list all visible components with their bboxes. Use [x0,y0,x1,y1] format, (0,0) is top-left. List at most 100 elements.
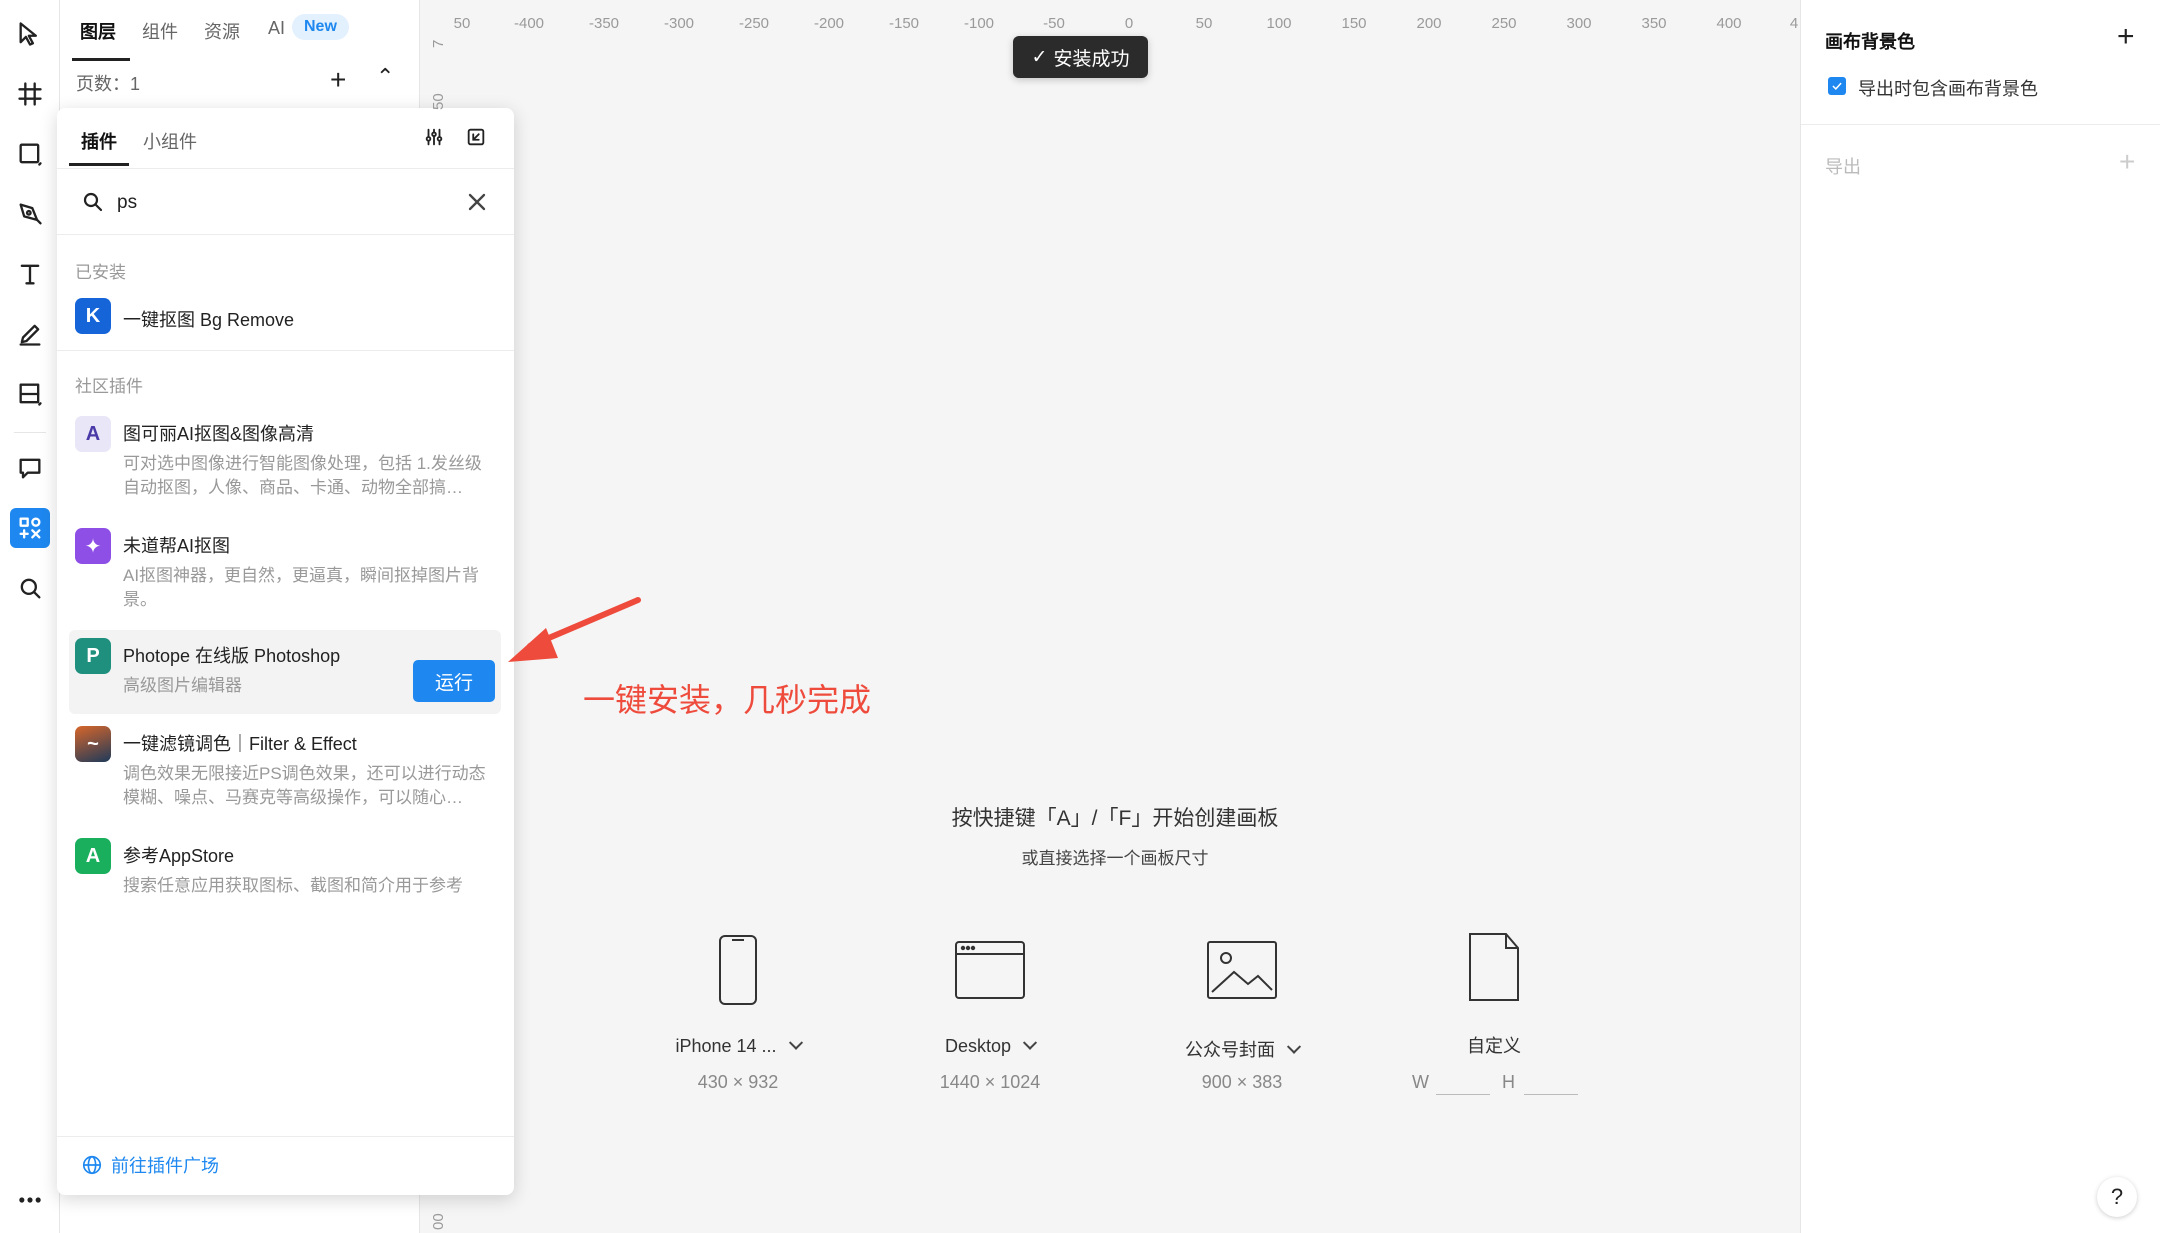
tab-widgets[interactable]: 小组件 [143,128,197,154]
left-ruler: 7 50 00 [420,36,450,1233]
ruler-tick: 7 [430,39,447,48]
more-icon[interactable] [10,1180,50,1220]
preset-desktop[interactable]: Desktop 1440 × 1024 [890,930,1090,1092]
plugin-market-link[interactable]: 前往插件广场 [81,1152,219,1178]
chevron-up-icon[interactable]: ⌃ [376,64,394,90]
preset-name: 公众号封面 [1185,1040,1275,1060]
tab-plugins[interactable]: 插件 [81,128,117,154]
plugin-title: 一键滤镜调色｜Filter & Effect [123,734,357,754]
new-badge: New [292,14,349,40]
preset-size: 900 × 383 [1201,1072,1283,1092]
plugin-title: 未道帮AI抠图 [123,536,231,556]
rectangle-tool-icon[interactable] [10,134,50,174]
installed-section-label: 已安装 [75,263,126,282]
frame-tool-icon[interactable] [10,74,50,114]
pen-tool-icon[interactable] [10,194,50,234]
text-tool-icon[interactable] [10,254,50,294]
canvas-shortcut-hint: 按快捷键「A」/「F」开始创建画板 [951,807,1279,830]
file-icon [1469,933,1519,1001]
tab-assets[interactable]: 资源 [204,18,240,44]
add-export-icon[interactable]: + [2119,146,2135,178]
ruler-tick: -50 [1043,15,1065,32]
install-success-toast: ✓ 安装成功 [1013,36,1148,78]
preset-wechat-cover[interactable]: 公众号封面 900 × 383 [1142,930,1342,1092]
plugin-search-input[interactable] [117,186,437,220]
magic-wand-plugin-icon: ✦ [75,528,111,564]
tukeli-plugin-icon: A [75,416,111,452]
open-external-icon[interactable] [461,122,491,152]
ruler-tick: 250 [1491,15,1517,32]
ruler-tick: 50 [1195,15,1213,32]
right-panel: 画布背景色 + 导出时包含画布背景色 导出 + [1800,0,2160,1233]
comment-tool-icon[interactable] [10,448,50,488]
chevron-down-icon[interactable] [1286,1039,1302,1054]
pencil-tool-icon[interactable] [10,314,50,354]
slice-tool-icon[interactable] [10,374,50,414]
annotation-arrow [508,597,641,662]
ruler-tick: -200 [813,15,845,32]
image-icon [1207,941,1277,999]
help-button[interactable]: ? [2097,1177,2137,1217]
canvas-bg-title: 画布背景色 [1825,32,1915,52]
chevron-down-icon[interactable] [788,1035,803,1050]
tab-layers[interactable]: 图层 [80,18,116,44]
photope-plugin-icon: P [75,638,111,674]
height-input[interactable] [1524,1094,1578,1095]
preset-size: 1440 × 1024 [939,1072,1041,1092]
plugin-title: 一键抠图 Bg Remove [123,310,295,330]
preset-custom[interactable]: 自定义 W H [1394,930,1594,1095]
plugin-title: 图可丽AI抠图&图像高清 [123,424,315,444]
check-icon: ✓ [1031,46,1048,68]
tab-ai[interactable]: AI [268,18,285,39]
appstore-plugin-icon: A [75,838,111,874]
bg-remove-plugin-icon: K [75,298,111,334]
chevron-down-icon[interactable] [1022,1035,1038,1050]
search-tool-icon[interactable] [10,568,50,608]
ruler-tick: -100 [963,15,995,32]
ruler-tick: 150 [1341,15,1367,32]
ruler-tick: 4 [1789,15,1799,32]
annotation-text: 一键安装，几秒完成 [583,682,872,718]
top-ruler: 50 -400 -350 -300 -250 -200 -150 -100 -5… [420,0,1800,36]
add-bg-icon[interactable]: + [2117,20,2135,54]
search-icon [81,190,105,214]
move-tool-icon[interactable] [10,14,50,54]
plugin-tab-underline [69,163,129,166]
ruler-tick: -150 [888,15,920,32]
width-input[interactable] [1436,1094,1490,1095]
ruler-tick: 200 [1416,15,1442,32]
community-section-label: 社区插件 [75,377,143,396]
ruler-tick: 350 [1641,15,1667,32]
export-title: 导出 [1825,157,1861,177]
toolbar-divider [14,432,46,433]
plugin-title: Photope 在线版 Photoshop [123,646,341,666]
preset-name: Desktop [944,1036,1012,1056]
ruler-tick: 300 [1566,15,1592,32]
ruler-tick: 0 [1124,15,1134,32]
plugin-title: 参考AppStore [123,846,235,866]
pages-count: 页数：1 [76,74,141,94]
preset-iphone[interactable]: iPhone 14 ... 430 × 932 [638,930,838,1092]
ruler-tick: 400 [1716,15,1742,32]
ruler-tick: -300 [663,15,695,32]
ruler-tick: 00 [430,1213,447,1230]
check-icon [1832,82,1842,91]
include-bg-checkbox[interactable] [1828,77,1846,95]
height-label: H [1502,1072,1515,1092]
ruler-tick: -400 [513,15,545,32]
plugin-tool-icon[interactable] [10,508,50,548]
tab-components[interactable]: 组件 [142,18,178,44]
canvas-sub-hint: 或直接选择一个画板尺寸 [1021,849,1209,868]
browser-window-icon [955,941,1025,999]
width-label: W [1412,1072,1429,1092]
tab-underline [72,58,130,61]
phone-icon [719,935,757,1005]
ruler-tick: -250 [738,15,770,32]
ruler-tick: 100 [1266,15,1292,32]
plugin-description: 高级图片编辑器 [123,676,242,695]
clear-search-icon[interactable] [463,188,491,216]
preset-name: 自定义 [1467,1036,1521,1056]
ruler-tick: 50 [430,93,447,110]
preset-name: iPhone 14 ... [675,1036,777,1056]
add-page-icon[interactable]: + [330,64,346,96]
